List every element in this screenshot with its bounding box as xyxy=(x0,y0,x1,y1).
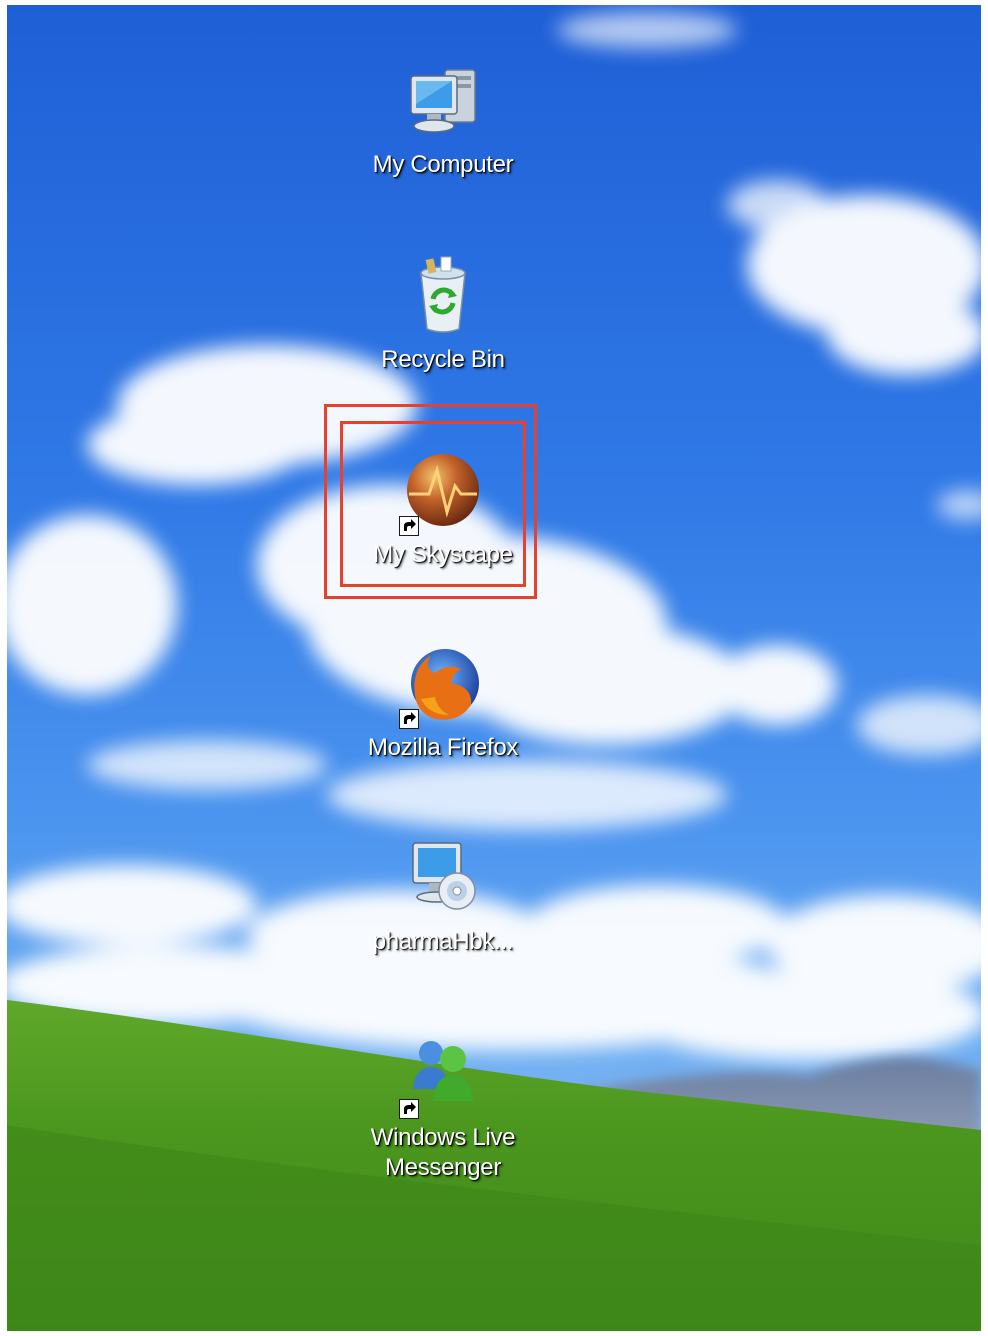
firefox-icon xyxy=(399,643,485,729)
shortcut-arrow-icon xyxy=(399,709,419,729)
desktop-icon-mozilla-firefox[interactable]: Mozilla Firefox xyxy=(343,643,543,763)
desktop: My Computer Recycle Bin My Skyscape Mozi… xyxy=(7,5,981,1331)
label-line-2: Messenger xyxy=(384,1154,502,1181)
desktop-icon-recycle-bin[interactable]: Recycle Bin xyxy=(343,255,543,375)
shortcut-arrow-icon xyxy=(399,1099,419,1119)
cd-install-icon xyxy=(401,837,485,921)
desktop-icon-pharmahbk[interactable]: pharmaHbk... xyxy=(343,837,543,957)
messenger-icon xyxy=(399,1033,485,1119)
desktop-icon-windows-live-messenger[interactable]: Windows Live Messenger xyxy=(343,1033,543,1183)
desktop-icon-label: Mozilla Firefox xyxy=(367,734,519,761)
computer-icon xyxy=(401,60,485,144)
highlight-frame-inner xyxy=(340,421,526,587)
desktop-icon-my-computer[interactable]: My Computer xyxy=(343,60,543,180)
desktop-icon-label: Recycle Bin xyxy=(381,346,505,373)
desktop-icon-label: Windows Live Messenger xyxy=(370,1123,516,1183)
desktop-icon-label: pharmaHbk... xyxy=(372,928,514,955)
desktop-icon-label: My Computer xyxy=(372,151,514,178)
recycle-bin-icon xyxy=(401,255,485,339)
label-line-1: Windows Live xyxy=(370,1124,516,1151)
